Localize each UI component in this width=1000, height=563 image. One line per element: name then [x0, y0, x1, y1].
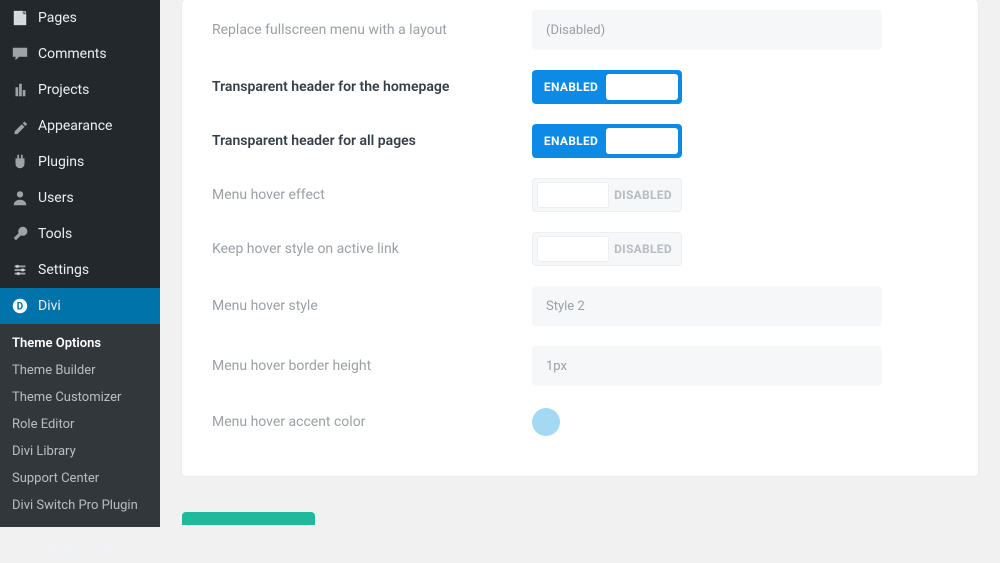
setting-row-hover_border: Menu hover border height1px	[212, 336, 948, 396]
toggle-label: DISABLED	[609, 242, 677, 256]
sidebar-item-divi[interactable]: D Divi	[0, 288, 160, 324]
setting-row-replace_menu: Replace fullscreen menu with a layout(Di…	[212, 0, 948, 60]
divi-icon: D	[10, 296, 30, 316]
admin-sidebar: Pages Comments Projects Appearance Plugi…	[0, 0, 160, 525]
sidebar-item-comments[interactable]: Comments	[0, 36, 160, 72]
comments-icon	[10, 44, 30, 64]
sidebar-item-projects[interactable]: Projects	[0, 72, 160, 108]
sidebar-item-tools[interactable]: Tools	[0, 216, 160, 252]
pages-icon	[10, 8, 30, 28]
toggle-label: ENABLED	[536, 80, 606, 94]
setting-control: (Disabled)	[532, 10, 882, 50]
setting-control: ENABLED	[532, 70, 882, 104]
hover_active-toggle[interactable]: DISABLED	[532, 232, 682, 266]
trans_home-toggle[interactable]: ENABLED	[532, 70, 682, 104]
setting-row-hover_style: Menu hover styleStyle 2	[212, 276, 948, 336]
sidebar-item-label: Tools	[38, 226, 72, 242]
setting-label: Menu hover border height	[212, 358, 532, 374]
sidebar-item-plugins[interactable]: Plugins	[0, 144, 160, 180]
submenu-support-center[interactable]: Support Center	[0, 465, 160, 492]
projects-icon	[10, 80, 30, 100]
setting-label: Replace fullscreen menu with a layout	[212, 22, 532, 38]
setting-label: Keep hover style on active link	[212, 241, 532, 257]
setting-label: Menu hover effect	[212, 187, 532, 203]
hover_effect-toggle[interactable]: DISABLED	[532, 178, 682, 212]
settings-icon	[10, 260, 30, 280]
setting-label: Menu hover style	[212, 298, 532, 314]
submenu-divi-switch-pro[interactable]: Divi Switch Pro Plugin	[0, 492, 160, 519]
setting-label: Transparent header for the homepage	[212, 79, 532, 95]
settings-panel: Replace fullscreen menu with a layout(Di…	[182, 0, 978, 476]
submenu-theme-builder[interactable]: Theme Builder	[0, 357, 160, 384]
setting-row-hover_effect: Menu hover effect DISABLED	[212, 168, 948, 222]
sidebar-item-label: Projects	[38, 82, 89, 98]
replace_menu-dropdown[interactable]: (Disabled)	[532, 10, 882, 50]
setting-label: Transparent header for all pages	[212, 133, 532, 149]
sidebar-item-users[interactable]: Users	[0, 180, 160, 216]
submenu-role-editor[interactable]: Role Editor	[0, 411, 160, 438]
submenu-theme-customizer[interactable]: Theme Customizer	[0, 384, 160, 411]
plugins-icon	[10, 152, 30, 172]
sidebar-item-pages[interactable]: Pages	[0, 0, 160, 36]
collapse-menu-button[interactable]: Collapse menu	[0, 527, 160, 563]
hover_color-colorpicker[interactable]	[532, 408, 560, 436]
submenu-theme-options[interactable]: Theme Options	[0, 330, 160, 357]
sidebar-item-label: Divi	[38, 298, 61, 314]
setting-label: Menu hover accent color	[212, 414, 532, 430]
setting-row-trans_all: Transparent header for all pages ENABLED	[212, 114, 948, 168]
sidebar-item-settings[interactable]: Settings	[0, 252, 160, 288]
setting-control: DISABLED	[532, 232, 882, 266]
save-changes-button[interactable]: Save Changes	[182, 512, 315, 525]
sidebar-item-label: Comments	[38, 46, 107, 62]
setting-row-trans_home: Transparent header for the homepage ENABL…	[212, 60, 948, 114]
setting-control: DISABLED	[532, 178, 882, 212]
toggle-label: ENABLED	[536, 134, 606, 148]
sidebar-menu-2: Appearance Plugins Users Tools Settings …	[0, 108, 160, 324]
sidebar-item-label: Pages	[38, 10, 77, 26]
divi-submenu: Theme Options Theme Builder Theme Custom…	[0, 324, 160, 527]
svg-text:D: D	[17, 302, 23, 313]
users-icon	[10, 188, 30, 208]
sidebar-item-label: Settings	[38, 262, 89, 278]
hover_style-dropdown[interactable]: Style 2	[532, 286, 882, 326]
toggle-knob	[537, 182, 609, 208]
sidebar-menu: Pages Comments Projects	[0, 0, 160, 108]
collapse-icon	[10, 535, 30, 555]
tools-icon	[10, 224, 30, 244]
setting-control	[532, 408, 882, 436]
setting-row-hover_active: Keep hover style on active link DISABLED	[212, 222, 948, 276]
toggle-knob	[537, 236, 609, 262]
toggle-label: DISABLED	[609, 188, 677, 202]
sidebar-item-label: Appearance	[38, 118, 112, 134]
sidebar-item-appearance[interactable]: Appearance	[0, 108, 160, 144]
sidebar-item-label: Plugins	[38, 154, 84, 170]
setting-control: ENABLED	[532, 124, 882, 158]
main-content: Replace fullscreen menu with a layout(Di…	[160, 0, 1000, 525]
sidebar-item-label: Users	[38, 190, 74, 206]
setting-control: 1px	[532, 346, 882, 386]
toggle-knob	[606, 128, 678, 154]
collapse-label: Collapse menu	[38, 538, 124, 553]
submenu-divi-library[interactable]: Divi Library	[0, 438, 160, 465]
appearance-icon	[10, 116, 30, 136]
setting-control: Style 2	[532, 286, 882, 326]
trans_all-toggle[interactable]: ENABLED	[532, 124, 682, 158]
hover_border-dropdown[interactable]: 1px	[532, 346, 882, 386]
toggle-knob	[606, 74, 678, 100]
setting-row-hover_color: Menu hover accent color	[212, 396, 948, 448]
